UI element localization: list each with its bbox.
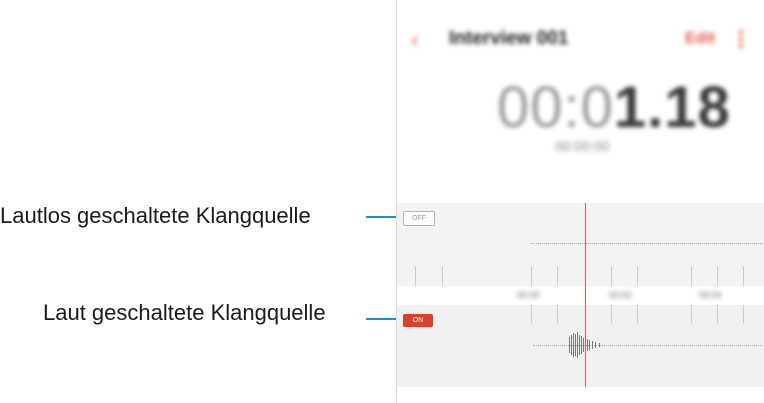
- waveform-bar: [577, 332, 578, 358]
- elapsed-time-dim: 00:0: [497, 75, 614, 140]
- waveform-bar: [579, 335, 580, 355]
- waveform-bar: [575, 334, 576, 356]
- elapsed-time-bold: 1.18: [613, 75, 731, 140]
- track-muted-tick: [717, 266, 718, 287]
- track-muted-tick: [531, 266, 532, 287]
- track-muted-tick: [557, 266, 558, 287]
- playhead[interactable]: [585, 203, 586, 387]
- waveform-bar: [587, 339, 588, 351]
- waveform-bar: [595, 342, 596, 348]
- track-loud-tick: [611, 305, 612, 323]
- waveform-bar: [573, 333, 574, 357]
- track-loud-tick: [717, 305, 718, 323]
- track-muted-tick: [611, 266, 612, 287]
- track-muted-baseline: [531, 243, 764, 244]
- phone-screen: ‹ Interview 001 Edit 00:01.18 00:00:00 O…: [396, 0, 764, 403]
- track-muted-tick: [415, 266, 416, 287]
- waveform-bar: [569, 337, 570, 353]
- track-muted-tick: [442, 266, 443, 287]
- track-loud-tick: [531, 305, 532, 323]
- track-loud-tick: [637, 305, 638, 323]
- timeline-strip: 00:00 00:02 00:04: [397, 287, 764, 305]
- timeline-label: 00:02: [609, 290, 632, 300]
- callout-loud-label: Laut geschaltete Klangquelle: [43, 300, 326, 325]
- track-loud-tick: [557, 305, 558, 323]
- callout-muted: Lautlos geschaltete Klangquelle: [0, 201, 311, 231]
- timeline-label: 00:00: [517, 290, 540, 300]
- mute-toggle-off[interactable]: OFF: [403, 211, 435, 226]
- callout-loud: Laut geschaltete Klangquelle: [43, 298, 326, 328]
- track-loud-tick: [691, 305, 692, 323]
- recording-title: Interview 001: [449, 28, 569, 49]
- track-loud: [397, 305, 764, 387]
- track-muted-tick: [691, 266, 692, 287]
- figure-root: Lautlos geschaltete Klangquelle Laut ges…: [0, 0, 764, 403]
- callout-muted-label: Lautlos geschaltete Klangquelle: [0, 203, 311, 228]
- waveform-bar: [592, 341, 593, 349]
- waveform-bar: [581, 336, 582, 354]
- elapsed-time: 00:01.18: [497, 74, 731, 141]
- waveform-bar: [589, 340, 590, 350]
- chevron-left-icon[interactable]: ‹: [411, 28, 431, 52]
- waveform-bar: [571, 335, 572, 355]
- track-muted: [397, 203, 764, 287]
- edit-button[interactable]: Edit: [685, 30, 715, 48]
- more-vertical-icon[interactable]: [737, 28, 745, 52]
- track-muted-tick: [743, 266, 744, 287]
- waveform-bar: [599, 343, 600, 347]
- timeline-label: 00:04: [699, 290, 722, 300]
- track-loud-tick: [743, 305, 744, 323]
- track-muted-tick: [637, 266, 638, 287]
- waveform-bar: [583, 338, 584, 352]
- recording-date: 00:00:00: [555, 138, 610, 154]
- app-bar: ‹ Interview 001 Edit: [397, 0, 764, 80]
- track-loud-baseline: [533, 345, 764, 346]
- mute-toggle-on[interactable]: ON: [403, 314, 433, 327]
